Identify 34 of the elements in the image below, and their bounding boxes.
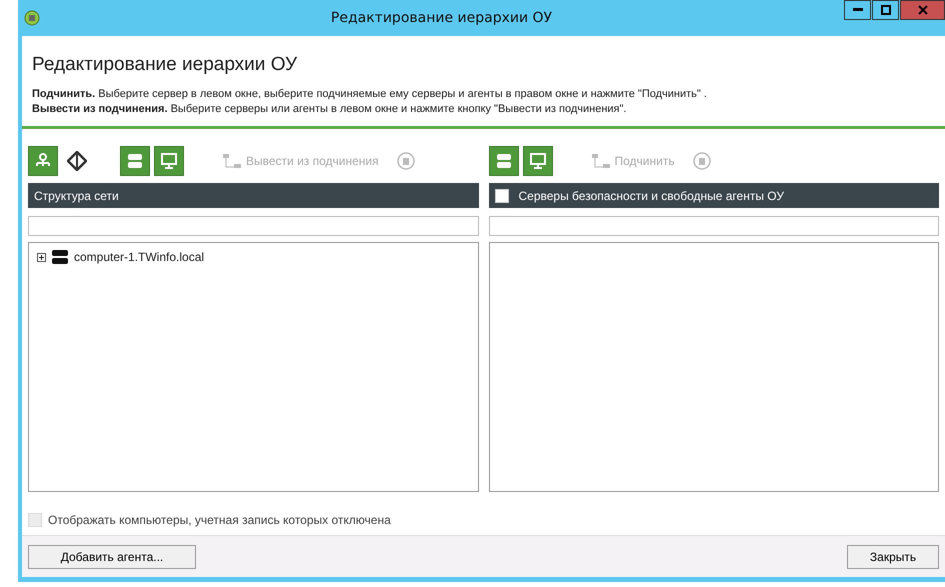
instruction-text: Вывести из подчинения. Выберите серверы или агенты в левом окне и нажмите кнопку "Вывести из подчинения". [32,103,628,115]
monitor-icon [160,152,178,170]
maximize-icon [880,5,890,15]
instruction-text: Подчинить. Выберите сервер в левом окне, выберите подчиняемые ему серверы и агенты в правом окне и нажмите "Подчинить" . [32,88,708,100]
app-icon [24,10,40,26]
window-title: Редактирование иерархии ОУ [330,10,554,26]
maximize-button[interactable] [872,0,899,20]
filter-field[interactable] [28,216,478,236]
close-dialog-button[interactable]: Закрыть [847,545,939,569]
panel-header: Структура сети [28,183,478,208]
dialog-heading: Редактирование иерархии ОУ [32,54,298,76]
monitor-button[interactable] [522,146,552,176]
hierarchy-link-icon [222,153,242,169]
hierarchy-button[interactable] [28,146,58,176]
move-icon[interactable] [67,151,87,171]
filter-field[interactable] [488,216,939,236]
server-button[interactable] [488,146,518,176]
checkbox-label: Отображать компьютеры, учетная запись которых отключена [48,513,391,527]
monitor-icon [528,152,546,170]
tree-item[interactable]: computer-1.TWinfo.local [74,250,204,264]
server-icon [496,153,512,169]
minimize-button[interactable] [844,0,871,20]
close-icon [918,5,928,15]
select-all-checkbox[interactable] [494,188,508,202]
minimize-icon [852,8,862,12]
expand-icon[interactable] [37,252,46,262]
server-button[interactable] [120,146,150,176]
panel-header: Серверы безопасности и свободные агенты ОУ [518,188,784,202]
hierarchy-link-icon [590,153,610,169]
server-icon [52,249,68,265]
close-button[interactable] [900,0,945,20]
server-icon [127,153,143,169]
monitor-button[interactable] [154,146,184,176]
add-agent-button[interactable]: Добавить агента... [28,545,196,569]
